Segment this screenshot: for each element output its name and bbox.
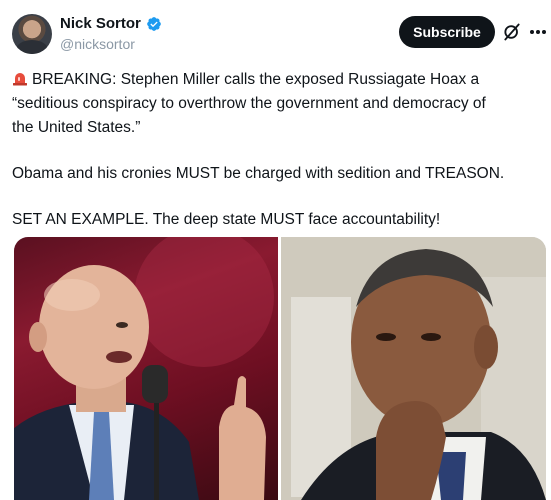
grok-icon[interactable] <box>502 22 522 42</box>
thinking-man-illustration <box>281 237 546 500</box>
name-row: Nick Sortor <box>60 15 162 32</box>
ellipsis-icon <box>530 30 546 34</box>
speaker-illustration <box>14 237 274 500</box>
handle[interactable]: @nicksortor <box>60 36 135 52</box>
post-line-2: “seditious conspiracy to overthrow the g… <box>12 95 486 112</box>
avatar-shirt <box>16 40 48 54</box>
post-paragraph-1: BREAKING: Stephen Miller calls the expos… <box>12 68 540 140</box>
media-grid[interactable] <box>14 237 546 500</box>
media-image-left[interactable] <box>14 237 278 500</box>
avatar[interactable] <box>12 14 52 54</box>
post-paragraph-3: SET AN EXAMPLE. The deep state MUST face… <box>12 211 441 228</box>
display-name[interactable]: Nick Sortor <box>60 15 141 32</box>
subscribe-button[interactable]: Subscribe <box>399 16 495 48</box>
post-header: Nick Sortor @nicksortor Subscribe <box>12 12 546 56</box>
more-icon[interactable] <box>528 22 548 42</box>
post-text: BREAKING: Stephen Miller calls the expos… <box>12 68 540 232</box>
media-image-right[interactable] <box>281 237 546 500</box>
post-line-1: BREAKING: Stephen Miller calls the expos… <box>32 71 480 88</box>
rotating-light-icon <box>13 73 27 86</box>
verified-badge-icon <box>147 16 161 31</box>
post-line-3: the United States.” <box>12 119 141 136</box>
post-paragraph-2: Obama and his cronies MUST be charged wi… <box>12 165 505 182</box>
post-card: Nick Sortor @nicksortor Subscribe BREAKI… <box>0 0 551 500</box>
